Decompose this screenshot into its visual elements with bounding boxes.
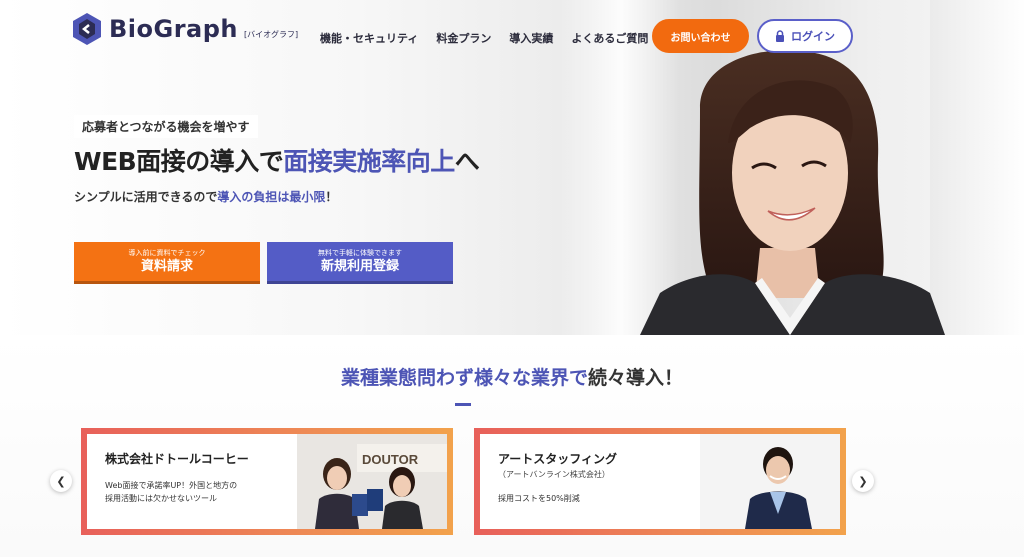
hero-woman-photo [640,50,945,335]
doutor-sign-text: DOUTOR [362,452,419,467]
subline-part1: シンプルに活用できるので [74,190,218,204]
chevron-left-icon: ❮ [56,474,66,488]
contact-button-label: お問い合わせ [670,32,731,44]
case-desc-line1: Web面接で承諾率UP！外国と地方の [105,481,238,490]
hexagon-logo-icon [73,13,101,45]
case-card-artstaffing[interactable]: アートスタッフィング （アートバンライン株式会社） 採用コストを50%削減 [474,428,846,535]
chevron-right-icon: ❯ [858,474,868,488]
request-docs-caption: 導入前に資料でチェック [128,248,206,257]
signup-caption: 無料で手軽に体験できます [318,248,402,257]
request-docs-label: 資料請求 [140,258,193,274]
headline-part2: へ [454,147,480,176]
case-card-inner: アートスタッフィング （アートバンライン株式会社） 採用コストを50%削減 [480,434,840,529]
nav-pricing[interactable]: 料金プラン [436,30,491,46]
case-desc-line1: 採用コストを50%削減 [498,494,580,503]
cases-section-title: 業種業態問わず様々な業界で続々導入！ [0,363,1024,390]
hero-headline: WEB面接の導入で面接実施率向上へ [74,142,480,178]
login-button[interactable]: ログイン [757,19,853,53]
signup-button[interactable]: 無料で手軽に体験できます 新規利用登録 [267,242,453,284]
logo-text: BioGraph [109,15,239,43]
headline-highlight: 面接実施率向上 [283,147,455,176]
carousel-prev-button[interactable]: ❮ [50,470,72,492]
lock-icon [776,30,784,42]
cases-title-rest: 続々導入！ [588,367,684,389]
login-button-label: ログイン [791,30,835,43]
request-docs-button[interactable]: 導入前に資料でチェック 資料請求 [74,242,260,284]
case-desc-line2: 採用活動には欠かせないツール [105,494,217,503]
nav-faq[interactable]: よくあるご質問 [571,30,648,46]
case-photo-doutor: DOUTOR [297,434,447,529]
subline-highlight: 導入の負担は最小限 [217,190,326,204]
nav-case-studies[interactable]: 導入実績 [509,30,553,46]
main-nav: 機能・セキュリティ 料金プラン 導入実績 よくあるご質問 [320,30,648,46]
nav-features[interactable]: 機能・セキュリティ [320,30,418,46]
hero-tagline: 応募者とつながる機会を増やす [74,115,258,138]
hero-subline: シンプルに活用できるので導入の負担は最小限！ [74,188,337,205]
case-company-name: アートスタッフィング [498,452,618,466]
case-card-doutor[interactable]: 株式会社ドトールコーヒー Web面接で承諾率UP！外国と地方の 採用活動には欠か… [81,428,453,535]
site-logo[interactable]: BioGraph [バイオグラフ] [73,13,298,45]
case-company-name: 株式会社ドトールコーヒー [105,452,249,466]
carousel-next-button[interactable]: ❯ [852,470,874,492]
contact-button[interactable]: お問い合わせ [652,19,749,53]
subline-part2: ！ [325,190,338,204]
cases-title-highlight: 業種業態問わず様々な業界で [340,367,588,389]
section-divider [455,403,471,406]
case-company-subtitle: （アートバンライン株式会社） [498,470,610,479]
logo-subtext: [バイオグラフ] [244,29,299,39]
case-photo-artstaffing [700,434,840,529]
headline-part1: WEB面接の導入で [74,147,284,176]
signup-label: 新規利用登録 [320,258,399,274]
case-card-inner: 株式会社ドトールコーヒー Web面接で承諾率UP！外国と地方の 採用活動には欠か… [87,434,447,529]
